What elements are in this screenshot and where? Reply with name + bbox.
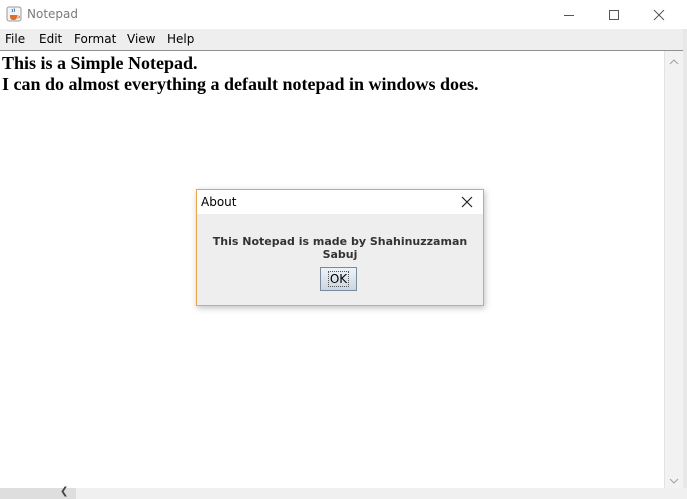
close-button[interactable] xyxy=(636,0,681,29)
menu-file[interactable]: File xyxy=(5,32,25,46)
vertical-scrollbar[interactable] xyxy=(664,51,683,488)
window-right-edge xyxy=(683,29,687,499)
menu-edit[interactable]: Edit xyxy=(39,32,62,46)
menu-view[interactable]: View xyxy=(127,32,155,46)
scroll-up-button[interactable] xyxy=(665,53,683,71)
title-bar[interactable]: Notepad xyxy=(0,0,687,29)
chevron-down-icon xyxy=(669,478,679,484)
dialog-message: This Notepad is made by Shahinuzzaman Sa… xyxy=(212,235,468,261)
dialog-title-bar[interactable]: About xyxy=(197,190,483,214)
horizontal-scrollbar[interactable] xyxy=(0,488,687,499)
close-icon xyxy=(653,9,664,20)
minimize-button[interactable] xyxy=(546,0,591,29)
java-cup-icon xyxy=(6,6,22,22)
menu-bar: File Edit Format View Help xyxy=(0,29,687,51)
ok-button-label: OK xyxy=(327,271,350,287)
window-title: Notepad xyxy=(27,7,78,21)
notepad-window: Notepad File Edit Format View Help This … xyxy=(0,0,687,499)
chevron-up-icon xyxy=(669,59,679,65)
editor-line: I can do almost everything a default not… xyxy=(2,74,479,94)
about-dialog: About This Notepad is made by Shahinuzza… xyxy=(196,189,484,306)
menu-format[interactable]: Format xyxy=(74,32,116,46)
menu-help[interactable]: Help xyxy=(167,32,194,46)
maximize-icon xyxy=(608,9,619,20)
dialog-title: About xyxy=(201,195,237,209)
chevron-left-icon: ❮ xyxy=(60,486,69,497)
minimize-icon xyxy=(563,14,574,16)
close-icon xyxy=(461,196,473,208)
dialog-close-button[interactable] xyxy=(455,193,479,211)
ok-button[interactable]: OK xyxy=(320,267,357,291)
editor-line: This is a Simple Notepad. xyxy=(2,53,198,73)
maximize-button[interactable] xyxy=(591,0,636,29)
